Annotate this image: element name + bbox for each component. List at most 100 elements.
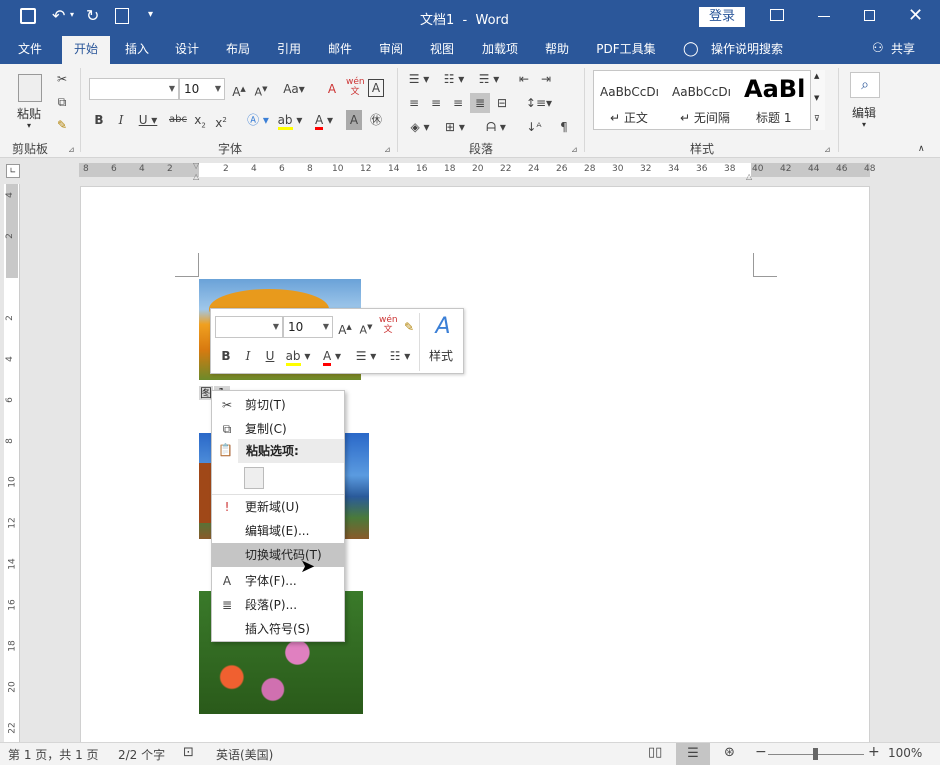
zoom-slider-thumb[interactable] [813, 748, 818, 760]
menu-item-insert-symbol[interactable]: 插入符号(S) [212, 617, 344, 641]
tab-pdf-tools[interactable]: PDF工具集 [591, 36, 661, 64]
close-icon[interactable]: ✕ [908, 5, 923, 26]
minimize-icon[interactable] [818, 16, 830, 17]
menu-item-update-field[interactable]: ! 更新域(U) [212, 495, 344, 519]
highlight-icon[interactable]: ab ▾ [283, 346, 313, 366]
chinese-layout-icon[interactable]: ᗩ ▾ [481, 117, 511, 137]
font-size-combo[interactable]: 10 ▼ [179, 78, 225, 100]
left-indent-marker[interactable]: △ [193, 172, 199, 181]
find-icon[interactable]: ⌕ [850, 72, 880, 98]
editing-label[interactable]: 编辑 [852, 104, 876, 121]
menu-item-cut[interactable]: ✂ 剪切(T) [212, 393, 344, 417]
underline-icon[interactable]: U [263, 346, 277, 366]
bullets-icon[interactable]: ☰ ▾ [404, 69, 434, 89]
superscript-icon[interactable]: x2 [214, 110, 228, 130]
enclose-characters-icon[interactable]: ㊡ [367, 110, 385, 130]
decrease-indent-icon[interactable]: ⇤ [515, 69, 533, 89]
paste-keep-text-icon[interactable] [244, 467, 264, 489]
numbering-icon[interactable]: ☷ ▾ [385, 346, 415, 366]
shrink-font-icon[interactable]: A▼ [253, 79, 269, 99]
character-border-icon[interactable]: A [368, 79, 384, 97]
style-heading1-preview[interactable]: AaBl [744, 75, 804, 103]
ribbon-display-icon[interactable] [770, 9, 784, 21]
chevron-down-icon[interactable]: ▼ [814, 94, 819, 102]
zoom-out-icon[interactable]: − [755, 744, 767, 760]
undo-icon[interactable]: ↶ [52, 6, 65, 25]
print-layout-icon[interactable]: ☰ [676, 743, 710, 765]
page-count[interactable]: 第 1 页，共 1 页 [8, 746, 99, 763]
save-icon[interactable] [20, 8, 36, 24]
copy-icon[interactable]: ⧉ [54, 92, 70, 112]
first-line-indent-marker[interactable]: ▽ [193, 161, 199, 170]
clear-formatting-icon[interactable]: A [324, 79, 340, 99]
editing-dropdown-icon[interactable]: ▾ [862, 120, 866, 129]
tab-mailings[interactable]: 邮件 [318, 36, 362, 64]
right-indent-marker[interactable]: △ [746, 172, 752, 181]
paste-button-label[interactable]: 粘贴 [17, 105, 41, 122]
styles-gallery[interactable]: AaBbCcDı ↵ 正文 AaBbCcDı ↵ 无间隔 AaBl 标题 1 [593, 70, 825, 130]
borders-icon[interactable]: ⊞ ▾ [440, 117, 470, 137]
tab-home[interactable]: 开始 [62, 36, 110, 64]
styles-launcher-icon[interactable]: ⊿ [824, 145, 831, 154]
zoom-level[interactable]: 100% [888, 746, 922, 760]
more-styles-icon[interactable]: ⊽ [814, 114, 820, 123]
web-layout-icon[interactable]: ⊛ [724, 745, 735, 760]
login-button[interactable]: 登录 [699, 7, 745, 27]
styles-icon[interactable]: A [427, 313, 459, 341]
tab-file[interactable]: 文件 [8, 36, 52, 64]
italic-icon[interactable]: I [114, 110, 128, 130]
tab-design[interactable]: 设计 [165, 36, 209, 64]
cut-icon[interactable]: ✂ [54, 69, 70, 89]
styles-scroll[interactable]: ▲ ▼ ⊽ [810, 70, 825, 130]
document-page[interactable]: 图1 [80, 186, 870, 746]
menu-item-font[interactable]: A 字体(F)... [212, 569, 344, 593]
bold-icon[interactable]: B [219, 346, 233, 366]
text-effects-icon[interactable]: Ⓐ ▾ [245, 110, 271, 130]
underline-icon[interactable]: U ▾ [137, 110, 159, 130]
line-spacing-icon[interactable]: ↕≡▾ [524, 93, 554, 113]
vertical-ruler[interactable]: 4 2 2 4 6 8 10 12 14 16 18 20 22 [4, 184, 20, 742]
align-right-icon[interactable]: ≡ [449, 93, 467, 113]
font-launcher-icon[interactable]: ⊿ [384, 145, 391, 154]
tab-help[interactable]: 帮助 [535, 36, 579, 64]
language-indicator[interactable]: 英语(美国) [216, 746, 273, 763]
zoom-in-icon[interactable]: + [868, 744, 880, 760]
horizontal-ruler[interactable]: ∟ 8 6 4 2 2 4 6 8 10 12 14 16 18 20 22 24 26 28 30 32 34 36 38… [0, 158, 940, 184]
shrink-font-icon[interactable]: A▼ [359, 317, 373, 337]
show-marks-icon[interactable]: ¶ [556, 117, 572, 137]
tab-view[interactable]: 视图 [420, 36, 464, 64]
mini-font-size-combo[interactable]: 10 ▼ [283, 316, 333, 338]
menu-item-edit-field[interactable]: 编辑域(E)... [212, 519, 344, 543]
grow-font-icon[interactable]: A▲ [231, 79, 247, 99]
font-color-icon[interactable]: A ▾ [311, 110, 337, 130]
word-count[interactable]: 2/2 个字 [118, 746, 165, 763]
format-painter-icon[interactable]: ✎ [401, 317, 417, 337]
tab-addins[interactable]: 加载项 [475, 36, 525, 64]
paragraph-launcher-icon[interactable]: ⊿ [571, 145, 578, 154]
distributed-icon[interactable]: ⊟ [493, 93, 511, 113]
clipboard-launcher-icon[interactable]: ⊿ [68, 145, 75, 154]
bold-icon[interactable]: B [92, 110, 106, 130]
italic-icon[interactable]: I [241, 346, 255, 366]
phonetic-guide-icon[interactable]: wén 文 [379, 315, 398, 335]
align-left-icon[interactable]: ≡ [405, 93, 423, 113]
font-color-icon[interactable]: A ▾ [317, 346, 347, 366]
menu-item-copy[interactable]: ⧉ 复制(C) [212, 417, 344, 441]
change-case-icon[interactable]: Aa▾ [281, 79, 307, 99]
grow-font-icon[interactable]: A▲ [337, 317, 353, 337]
shading-icon[interactable]: ◈ ▾ [405, 117, 435, 137]
multilevel-list-icon[interactable]: ☴ ▾ [474, 69, 504, 89]
mini-font-name-combo[interactable]: ▼ [215, 316, 283, 338]
style-normal-preview[interactable]: AaBbCcDı [600, 85, 666, 99]
tab-references[interactable]: 引用 [267, 36, 311, 64]
tab-review[interactable]: 审阅 [369, 36, 413, 64]
share-button[interactable]: 共享 [888, 36, 918, 64]
undo-dropdown-icon[interactable]: ▾ [70, 10, 74, 19]
mini-styles-label[interactable]: 样式 [429, 347, 453, 364]
numbering-icon[interactable]: ☷ ▾ [439, 69, 469, 89]
customize-icon[interactable]: ▾ [148, 9, 153, 20]
bullets-icon[interactable]: ☰ ▾ [351, 346, 381, 366]
strikethrough-icon[interactable]: abc [168, 110, 188, 130]
font-name-combo[interactable]: ▼ [89, 78, 179, 100]
menu-item-toggle-field-codes[interactable]: 切换域代码(T) [212, 543, 344, 567]
